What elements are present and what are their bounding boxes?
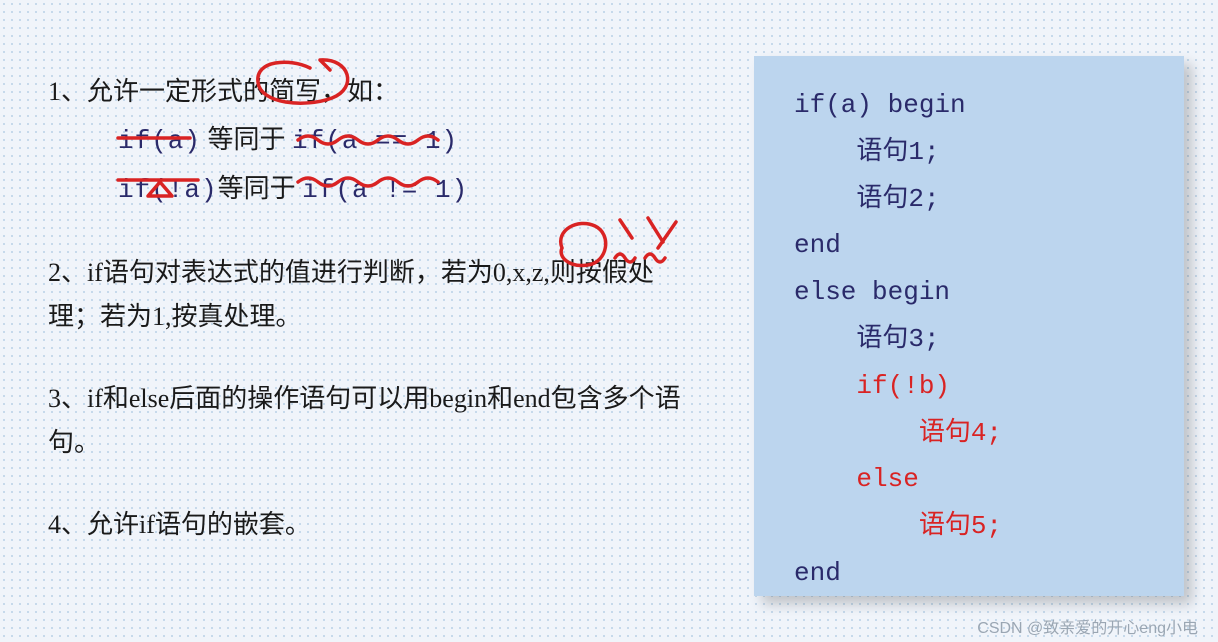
code-fragment: if(a == 1)	[292, 126, 458, 156]
csdn-watermark: CSDN @致亲爱的开心eng小电	[977, 614, 1198, 638]
code-fragment: if(!a)	[118, 175, 218, 205]
point-1-head: 1、允许一定形式的简写，如：	[48, 70, 688, 114]
code-line: end	[794, 222, 1144, 269]
point-2: 2、if语句对表达式的值进行判断，若为0,x,z,则按假处理；若为1,按真处理。	[48, 251, 688, 339]
code-line: end	[794, 550, 1144, 597]
code-line: 语句1;	[794, 129, 1144, 176]
point-1-example-1: if(a) 等同于 if(a == 1)	[118, 118, 688, 163]
code-line-nested: 语句5;	[794, 503, 1144, 550]
code-line: 语句3;	[794, 316, 1144, 363]
code-line: else begin	[794, 269, 1144, 316]
text-segment: 等同于	[201, 125, 292, 154]
code-line: 语句2;	[794, 176, 1144, 223]
point-1-example-2: if(!a)等同于 if(a != 1)	[118, 167, 688, 212]
code-line-nested: if(!b)	[794, 363, 1144, 410]
code-fragment: if(a)	[118, 126, 201, 156]
code-example-block: if(a) begin 语句1; 语句2; end else begin 语句3…	[754, 56, 1184, 596]
code-line-nested: else	[794, 456, 1144, 503]
point-3: 3、if和else后面的操作语句可以用begin和end包含多个语句。	[48, 377, 688, 465]
code-line-nested: 语句4;	[794, 410, 1144, 457]
point-1: 1、允许一定形式的简写，如： if(a) 等同于 if(a == 1) if(!…	[48, 70, 688, 213]
code-line: if(a) begin	[794, 82, 1144, 129]
text-segment: 等同于	[218, 174, 303, 203]
code-fragment: if(a != 1)	[302, 175, 468, 205]
notes-area: 1、允许一定形式的简写，如： if(a) 等同于 if(a == 1) if(!…	[48, 70, 688, 586]
point-4: 4、允许if语句的嵌套。	[48, 503, 688, 547]
